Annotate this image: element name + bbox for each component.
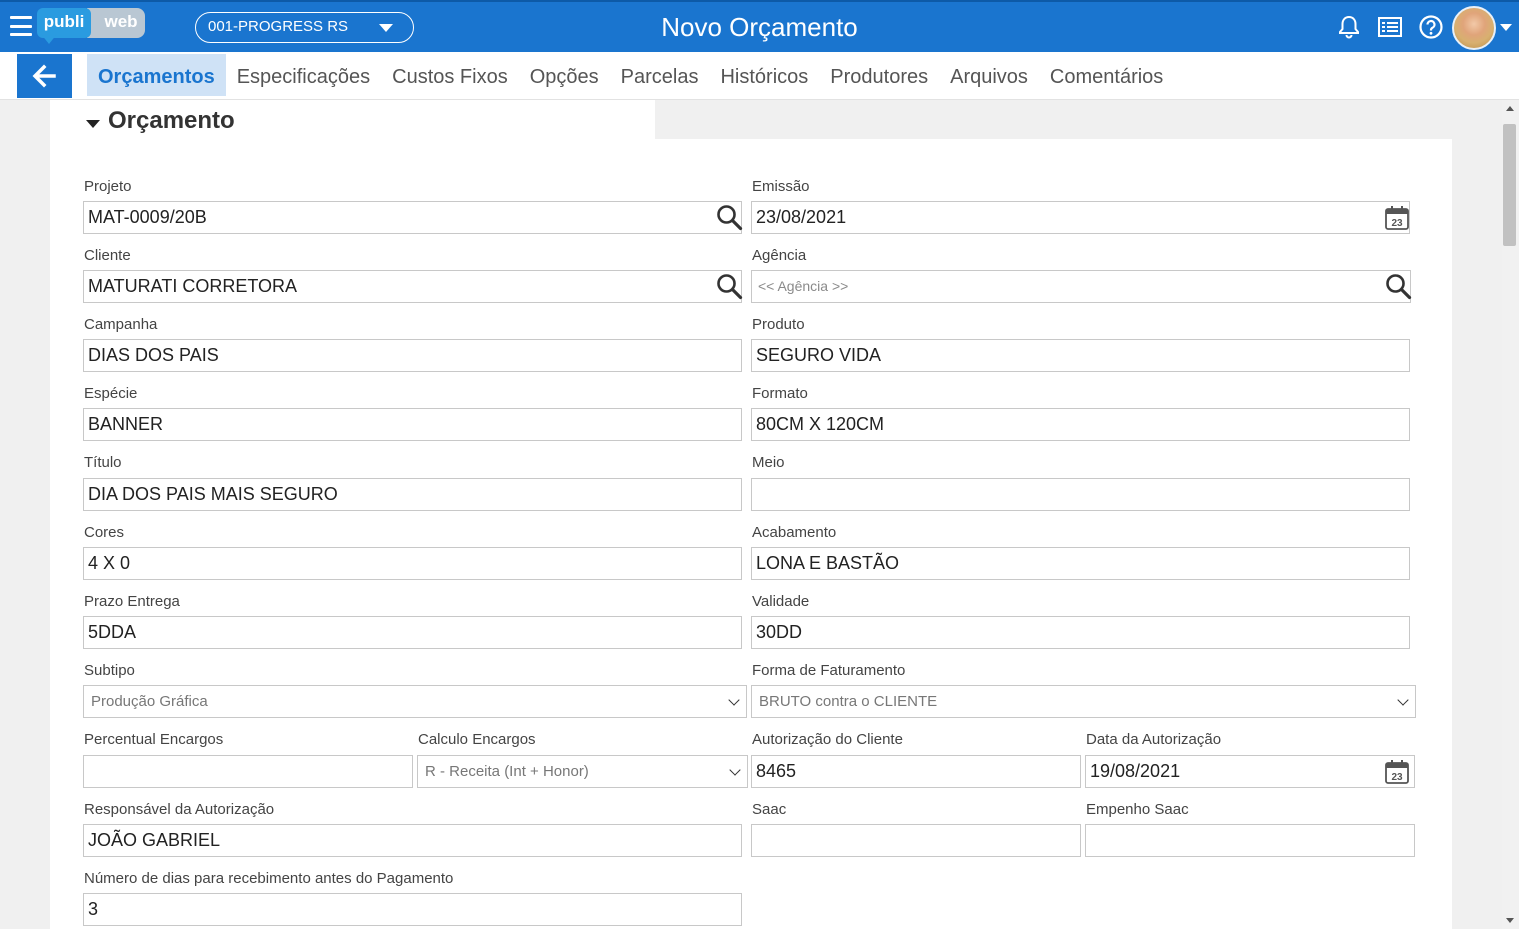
search-icon[interactable] bbox=[715, 203, 743, 231]
percentual-encargos-label: Percentual Encargos bbox=[84, 731, 224, 748]
calendar-icon[interactable]: 23 bbox=[1383, 204, 1411, 232]
section-header[interactable]: Orçamento bbox=[86, 107, 235, 135]
cliente-label: Cliente bbox=[84, 247, 131, 264]
tab-bar: Orçamentos Especificações Custos Fixos O… bbox=[0, 52, 1519, 100]
tab-especificacoes[interactable]: Especificações bbox=[226, 54, 381, 96]
tab-produtores[interactable]: Produtores bbox=[819, 54, 939, 96]
company-select[interactable]: 001-PROGRESS RS bbox=[195, 12, 414, 43]
prazo-entrega-label: Prazo Entrega bbox=[84, 593, 180, 610]
formato-field[interactable]: 80CM X 120CM bbox=[751, 408, 1410, 441]
especie-field[interactable]: BANNER bbox=[83, 408, 742, 441]
bell-icon[interactable] bbox=[1336, 14, 1362, 40]
acabamento-label: Acabamento bbox=[752, 524, 837, 541]
calculo-encargos-label: Calculo Encargos bbox=[418, 731, 536, 748]
responsavel-autorizacao-label: Responsável da Autorização bbox=[84, 801, 275, 818]
company-select-value: 001-PROGRESS RS bbox=[208, 18, 349, 35]
top-bar: web publi 001-PROGRESS RS Novo Orçamento bbox=[0, 0, 1519, 52]
validade-field[interactable]: 30DD bbox=[751, 616, 1410, 649]
projeto-label: Projeto bbox=[84, 178, 132, 195]
tab-custos-fixos[interactable]: Custos Fixos bbox=[381, 54, 519, 96]
cliente-field[interactable]: MATURATI CORRETORA bbox=[83, 270, 742, 303]
calendar-day-text: 23 bbox=[1391, 772, 1403, 783]
subtipo-select[interactable]: Produção Gráfica bbox=[83, 685, 747, 718]
calendar-icon[interactable]: 23 bbox=[1383, 758, 1411, 786]
agencia-label: Agência bbox=[752, 247, 807, 264]
acabamento-field[interactable]: LONA E BASTÃO bbox=[751, 547, 1410, 580]
arrow-left-icon bbox=[32, 64, 56, 88]
dias-recebimento-label: Número de dias para recebimento antes do… bbox=[84, 870, 454, 887]
tab-historicos[interactable]: Históricos bbox=[709, 54, 819, 96]
subtipo-label: Subtipo bbox=[84, 662, 135, 679]
data-autorizacao-label: Data da Autorização bbox=[1086, 731, 1222, 748]
saac-field[interactable] bbox=[751, 824, 1081, 857]
chevron-down-icon bbox=[1397, 694, 1409, 706]
produto-field[interactable]: SEGURO VIDA bbox=[751, 339, 1410, 372]
tabs: Orçamentos Especificações Custos Fixos O… bbox=[87, 54, 1174, 96]
tab-comentarios[interactable]: Comentários bbox=[1039, 54, 1174, 96]
titulo-label: Título bbox=[84, 454, 122, 471]
titulo-field[interactable]: DIA DOS PAIS MAIS SEGURO bbox=[83, 478, 742, 511]
logo-text-web: web bbox=[87, 8, 145, 38]
chevron-down-icon[interactable] bbox=[1500, 24, 1512, 31]
forma-faturamento-select[interactable]: BRUTO contra o CLIENTE bbox=[751, 685, 1416, 718]
tab-opcoes[interactable]: Opções bbox=[519, 54, 610, 96]
percentual-encargos-field[interactable] bbox=[83, 755, 413, 788]
agencia-field[interactable]: << Agência >> bbox=[751, 270, 1411, 303]
publiweb-logo[interactable]: web publi bbox=[37, 8, 145, 44]
help-icon[interactable] bbox=[1418, 14, 1444, 40]
caret-down-icon bbox=[86, 120, 100, 128]
search-icon[interactable] bbox=[1384, 272, 1412, 300]
campanha-label: Campanha bbox=[84, 316, 158, 333]
emissao-label: Emissão bbox=[752, 178, 810, 195]
scroll-up-icon[interactable] bbox=[1506, 106, 1514, 111]
cores-field[interactable]: 4 X 0 bbox=[83, 547, 742, 580]
search-icon[interactable] bbox=[715, 272, 743, 300]
campanha-field[interactable]: DIAS DOS PAIS bbox=[83, 339, 742, 372]
responsavel-autorizacao-field[interactable]: JOÃO GABRIEL bbox=[83, 824, 742, 857]
avatar[interactable] bbox=[1452, 6, 1496, 50]
back-button[interactable] bbox=[17, 54, 72, 98]
prazo-entrega-field[interactable]: 5DDA bbox=[83, 616, 742, 649]
calculo-encargos-select-value: R - Receita (Int + Honor) bbox=[425, 763, 589, 780]
projeto-field[interactable]: MAT-0009/20B bbox=[83, 201, 742, 234]
formato-label: Formato bbox=[752, 385, 808, 402]
saac-label: Saac bbox=[752, 801, 787, 818]
validade-label: Validade bbox=[752, 593, 810, 610]
subtipo-select-value: Produção Gráfica bbox=[91, 693, 208, 710]
chevron-down-icon bbox=[729, 764, 741, 776]
tab-orcamentos[interactable]: Orçamentos bbox=[87, 54, 226, 96]
scrollbar-thumb[interactable] bbox=[1503, 124, 1516, 246]
meio-field[interactable] bbox=[751, 478, 1410, 511]
autorizacao-cliente-field[interactable]: 8465 bbox=[751, 755, 1081, 788]
autorizacao-cliente-label: Autorização do Cliente bbox=[752, 731, 903, 748]
cores-label: Cores bbox=[84, 524, 125, 541]
especie-label: Espécie bbox=[84, 385, 138, 402]
emissao-field[interactable]: 23/08/2021 bbox=[751, 201, 1410, 234]
calendar-day-text: 23 bbox=[1391, 218, 1403, 229]
list-icon[interactable] bbox=[1377, 14, 1403, 40]
tab-parcelas[interactable]: Parcelas bbox=[610, 54, 710, 96]
scroll-down-icon[interactable] bbox=[1506, 918, 1514, 923]
forma-faturamento-select-value: BRUTO contra o CLIENTE bbox=[759, 693, 938, 710]
calculo-encargos-select[interactable]: R - Receita (Int + Honor) bbox=[417, 755, 748, 788]
tab-arquivos[interactable]: Arquivos bbox=[939, 54, 1039, 96]
data-autorizacao-field[interactable]: 19/08/2021 bbox=[1085, 755, 1415, 788]
chevron-down-icon bbox=[379, 24, 393, 32]
empenho-saac-field[interactable] bbox=[1085, 824, 1415, 857]
chevron-down-icon bbox=[728, 694, 740, 706]
empenho-saac-label: Empenho Saac bbox=[1086, 801, 1189, 818]
forma-faturamento-label: Forma de Faturamento bbox=[752, 662, 906, 679]
dias-recebimento-field[interactable]: 3 bbox=[83, 893, 742, 926]
meio-label: Meio bbox=[752, 454, 785, 471]
menu-icon[interactable] bbox=[10, 16, 32, 36]
produto-label: Produto bbox=[752, 316, 805, 333]
section-title: Orçamento bbox=[108, 107, 235, 134]
